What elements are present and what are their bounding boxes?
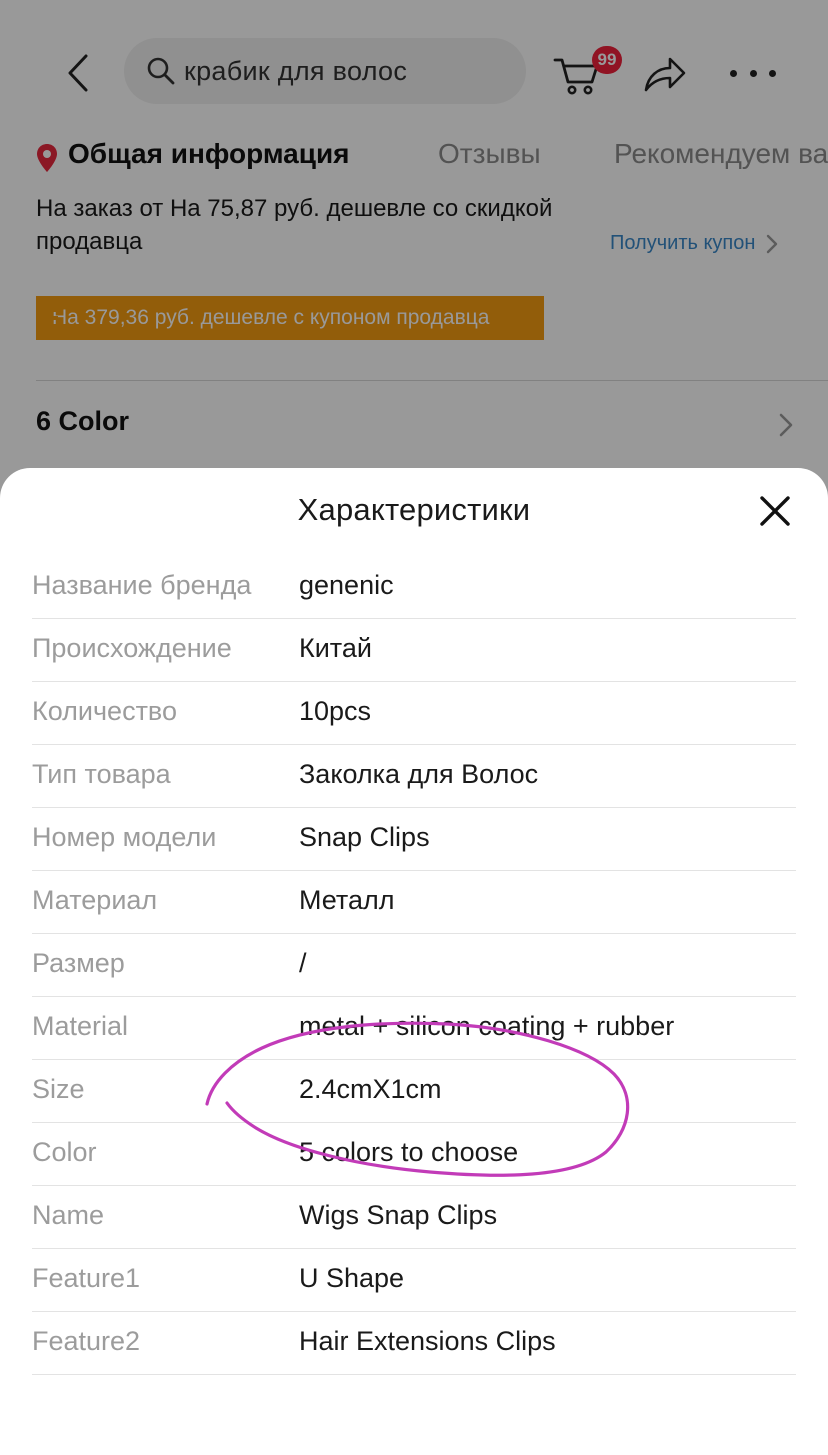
spec-value: genenic <box>299 570 394 600</box>
spec-value: Металл <box>299 885 395 915</box>
spec-label: Название бренда <box>32 570 252 600</box>
spec-value: metal + silicon coating + rubber <box>299 1011 675 1041</box>
specifications-sheet: Характеристики Название бренда genenic Пр… <box>0 468 828 1455</box>
spec-value: Wigs Snap Clips <box>299 1200 498 1230</box>
spec-row: Тип товара Заколка для Волос <box>32 745 796 808</box>
spec-label: Color <box>32 1137 97 1167</box>
spec-row: Происхождение Китай <box>32 619 796 682</box>
spec-label: Material <box>32 1011 129 1041</box>
spec-label: Происхождение <box>32 633 232 663</box>
spec-value: Snap Clips <box>299 822 430 852</box>
spec-value: Китай <box>299 633 372 663</box>
spec-label: Количество <box>32 696 177 726</box>
spec-row: Size 2.4cmX1cm <box>32 1060 796 1123</box>
spec-value: 2.4cmX1cm <box>299 1074 442 1104</box>
spec-label: Size <box>32 1074 85 1104</box>
close-icon[interactable] <box>758 494 792 528</box>
spec-label: Name <box>32 1200 105 1230</box>
spec-row: Feature1 U Shape <box>32 1249 796 1312</box>
spec-label: Тип товара <box>32 759 171 789</box>
spec-label: Размер <box>32 948 125 978</box>
spec-row: Feature2 Hair Extensions Clips <box>32 1312 796 1375</box>
spec-value: / <box>299 948 307 978</box>
specifications-table: Название бренда genenic Происхождение Кита… <box>32 556 796 1375</box>
sheet-title: Характеристики <box>297 492 531 527</box>
spec-row: Material metal + silicon coating + rubber <box>32 997 796 1060</box>
spec-row: Номер модели Snap Clips <box>32 808 796 871</box>
spec-value: U Shape <box>299 1263 405 1293</box>
spec-row: Количество 10pcs <box>32 682 796 745</box>
spec-value: 10pcs <box>299 696 372 726</box>
spec-row: Color 5 colors to choose <box>32 1123 796 1186</box>
spec-label: Номер модели <box>32 822 217 852</box>
spec-label: Feature1 <box>32 1263 141 1293</box>
spec-row: Материал Металл <box>32 871 796 934</box>
spec-row: Name Wigs Snap Clips <box>32 1186 796 1249</box>
spec-row: Название бренда genenic <box>32 556 796 619</box>
spec-value: Hair Extensions Clips <box>299 1326 556 1356</box>
spec-label: Материал <box>32 885 158 915</box>
spec-row: Размер / <box>32 934 796 997</box>
spec-value: Заколка для Волос <box>299 759 539 789</box>
spec-value: 5 colors to choose <box>299 1137 519 1167</box>
spec-label: Feature2 <box>32 1326 141 1356</box>
